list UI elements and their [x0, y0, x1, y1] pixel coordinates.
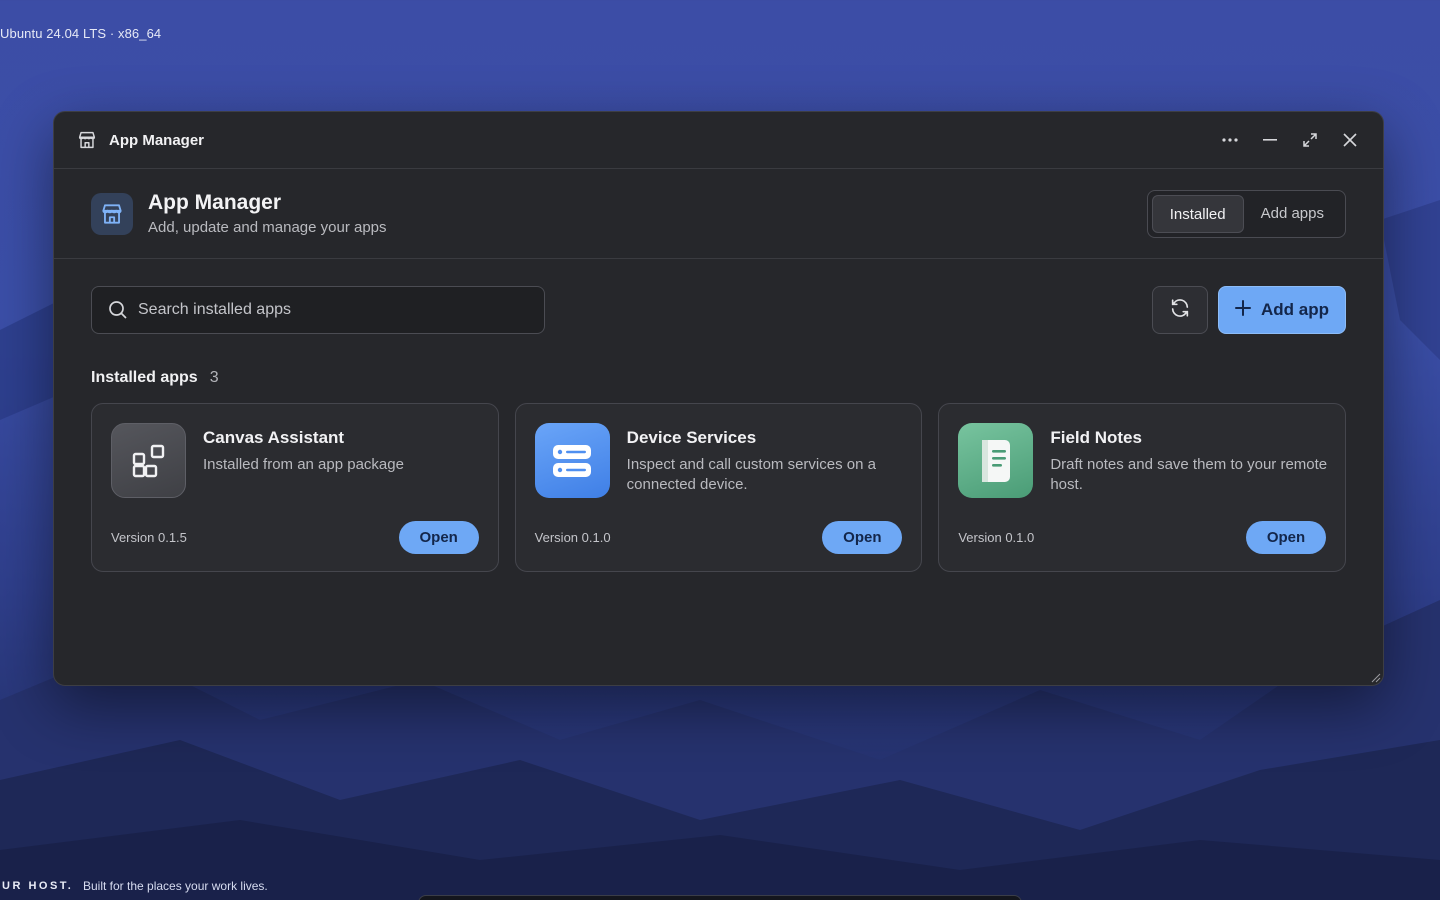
app-manager-window: App Manager App Manager Add, update and … [53, 111, 1384, 686]
view-switcher: Installed Add apps [1146, 189, 1346, 238]
minimize-icon[interactable] [1259, 129, 1281, 151]
plus-icon [1235, 299, 1251, 321]
open-button[interactable]: Open [822, 521, 903, 554]
server-icon [534, 423, 610, 498]
tab-add-apps[interactable]: Add apps [1244, 195, 1341, 233]
window-title: App Manager [109, 131, 205, 149]
app-version: Version 0.1.5 [111, 530, 187, 545]
app-card[interactable]: Canvas Assistant Installed from an app p… [91, 403, 499, 572]
toolbar: Add app [54, 259, 1383, 334]
refresh-icon [1169, 297, 1191, 324]
app-card-list: Canvas Assistant Installed from an app p… [54, 387, 1383, 572]
app-name: Device Services [626, 428, 757, 447]
add-app-label: Add app [1261, 300, 1329, 319]
app-logo [91, 192, 133, 235]
app-card[interactable]: Device Services Inspect and call custom … [514, 403, 923, 572]
section-title: Installed apps [91, 369, 198, 386]
app-description: Installed from an app package [203, 456, 404, 473]
widgets-icon [111, 423, 186, 498]
footer-tagline: Built for the places your work lives. [83, 879, 268, 893]
page-subtitle: Add, update and manage your apps [148, 219, 387, 236]
app-version: Version 0.1.0 [958, 530, 1035, 545]
search-input[interactable] [138, 301, 528, 319]
section-header: Installed apps 3 [54, 334, 1383, 387]
taskbar[interactable] [418, 895, 1022, 900]
page-title: App Manager [148, 191, 282, 214]
os-version-label: Ubuntu 24.04 LTS · x86_64 [0, 26, 162, 41]
page-header: App Manager Add, update and manage your … [54, 169, 1383, 259]
app-description: Inspect and call custom services on a co… [626, 456, 876, 493]
add-app-button[interactable]: Add app [1218, 286, 1346, 334]
app-description: Draft notes and save them to your remote… [1050, 456, 1328, 493]
open-button[interactable]: Open [398, 521, 479, 554]
tab-installed[interactable]: Installed [1151, 194, 1244, 233]
maximize-icon[interactable] [1299, 129, 1321, 151]
search-box[interactable] [91, 286, 545, 334]
titlebar[interactable]: App Manager [54, 112, 1383, 169]
installed-count: 3 [209, 369, 219, 386]
close-icon[interactable] [1339, 129, 1361, 151]
app-name: Canvas Assistant [203, 428, 345, 447]
app-card[interactable]: Field Notes Draft notes and save them to… [938, 403, 1347, 572]
search-icon [108, 300, 128, 320]
more-icon[interactable] [1219, 129, 1241, 151]
app-version: Version 0.1.0 [534, 530, 611, 545]
footer-brand: UR HOST. [2, 880, 74, 892]
app-name: Field Notes [1050, 428, 1142, 447]
store-icon [76, 129, 98, 151]
notes-icon [958, 423, 1034, 498]
resize-grip-icon[interactable] [1371, 673, 1381, 683]
refresh-button[interactable] [1152, 286, 1208, 334]
open-button[interactable]: Open [1246, 521, 1327, 554]
